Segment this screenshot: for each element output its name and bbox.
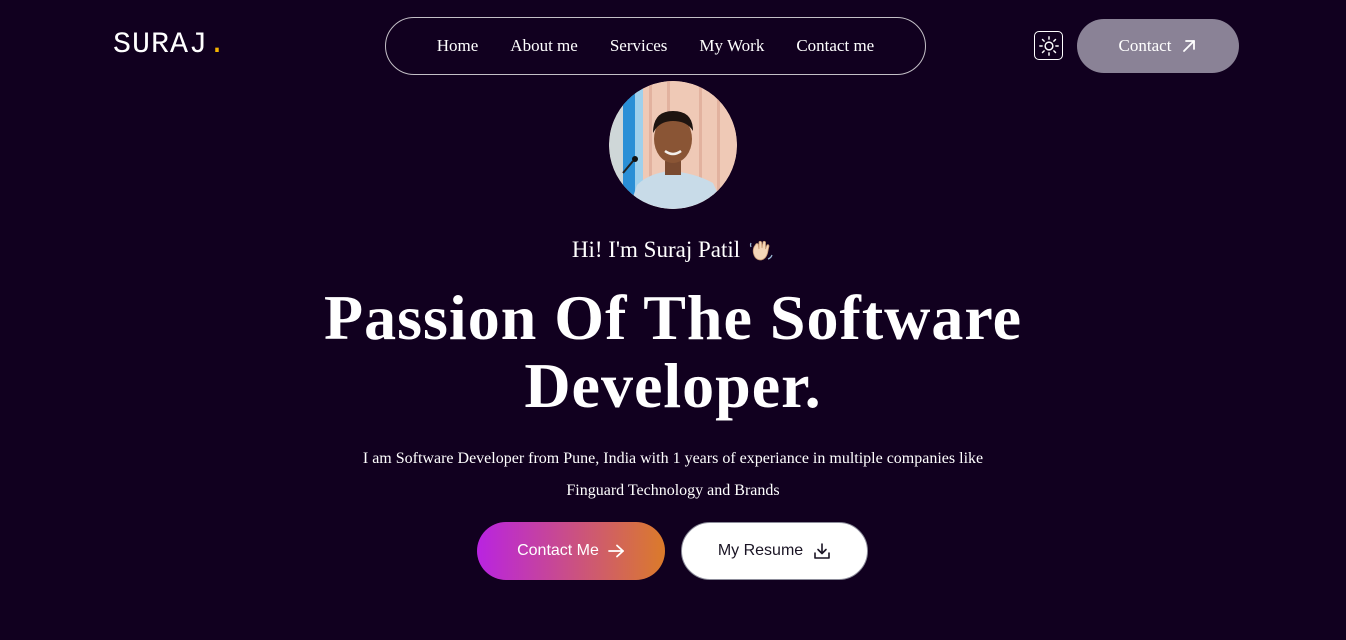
- arrow-right-icon: [608, 544, 624, 558]
- logo-text: SURAJ: [113, 28, 209, 62]
- my-resume-label: My Resume: [717, 542, 804, 559]
- contact-button-label: Contact: [1118, 36, 1172, 55]
- nav-item-about-me[interactable]: About me: [510, 36, 578, 56]
- download-icon: [814, 543, 830, 559]
- nav-item-contact-me[interactable]: Contact me: [796, 36, 874, 56]
- my-resume-button[interactable]: My Resume: [681, 522, 868, 580]
- nav-item-my-work[interactable]: My Work: [699, 36, 764, 56]
- hero-intro: I am Software Developer from Pune, India…: [362, 450, 984, 499]
- contact-button[interactable]: Contact: [1077, 19, 1239, 73]
- greeting: Hi! I'm Suraj Patil: [0, 235, 1346, 265]
- greeting-text: Hi! I'm Suraj Patil: [571, 237, 741, 262]
- headline-line-2: Developer.: [524, 350, 822, 421]
- headline-line-1: Passion Of The Software: [324, 282, 1022, 353]
- profile-photo: [609, 81, 737, 209]
- contact-me-button[interactable]: Contact Me: [477, 522, 665, 580]
- main-nav: Home About me Services My Work Contact m…: [385, 17, 926, 75]
- theme-toggle-button[interactable]: [1034, 31, 1063, 60]
- profile-avatar: [609, 81, 737, 209]
- arrow-up-right-icon: [1183, 40, 1196, 52]
- sun-icon: [1038, 35, 1059, 56]
- page: SURAJ. Home About me Services My Work Co…: [0, 0, 1346, 640]
- hero-headline: Passion Of The Software Developer.: [0, 284, 1346, 420]
- contact-me-label: Contact Me: [517, 542, 599, 559]
- logo[interactable]: SURAJ.: [113, 28, 227, 62]
- nav-item-home[interactable]: Home: [437, 36, 479, 56]
- nav-item-services[interactable]: Services: [610, 36, 668, 56]
- logo-dot: .: [208, 28, 228, 62]
- waving-hand-icon: [750, 240, 773, 261]
